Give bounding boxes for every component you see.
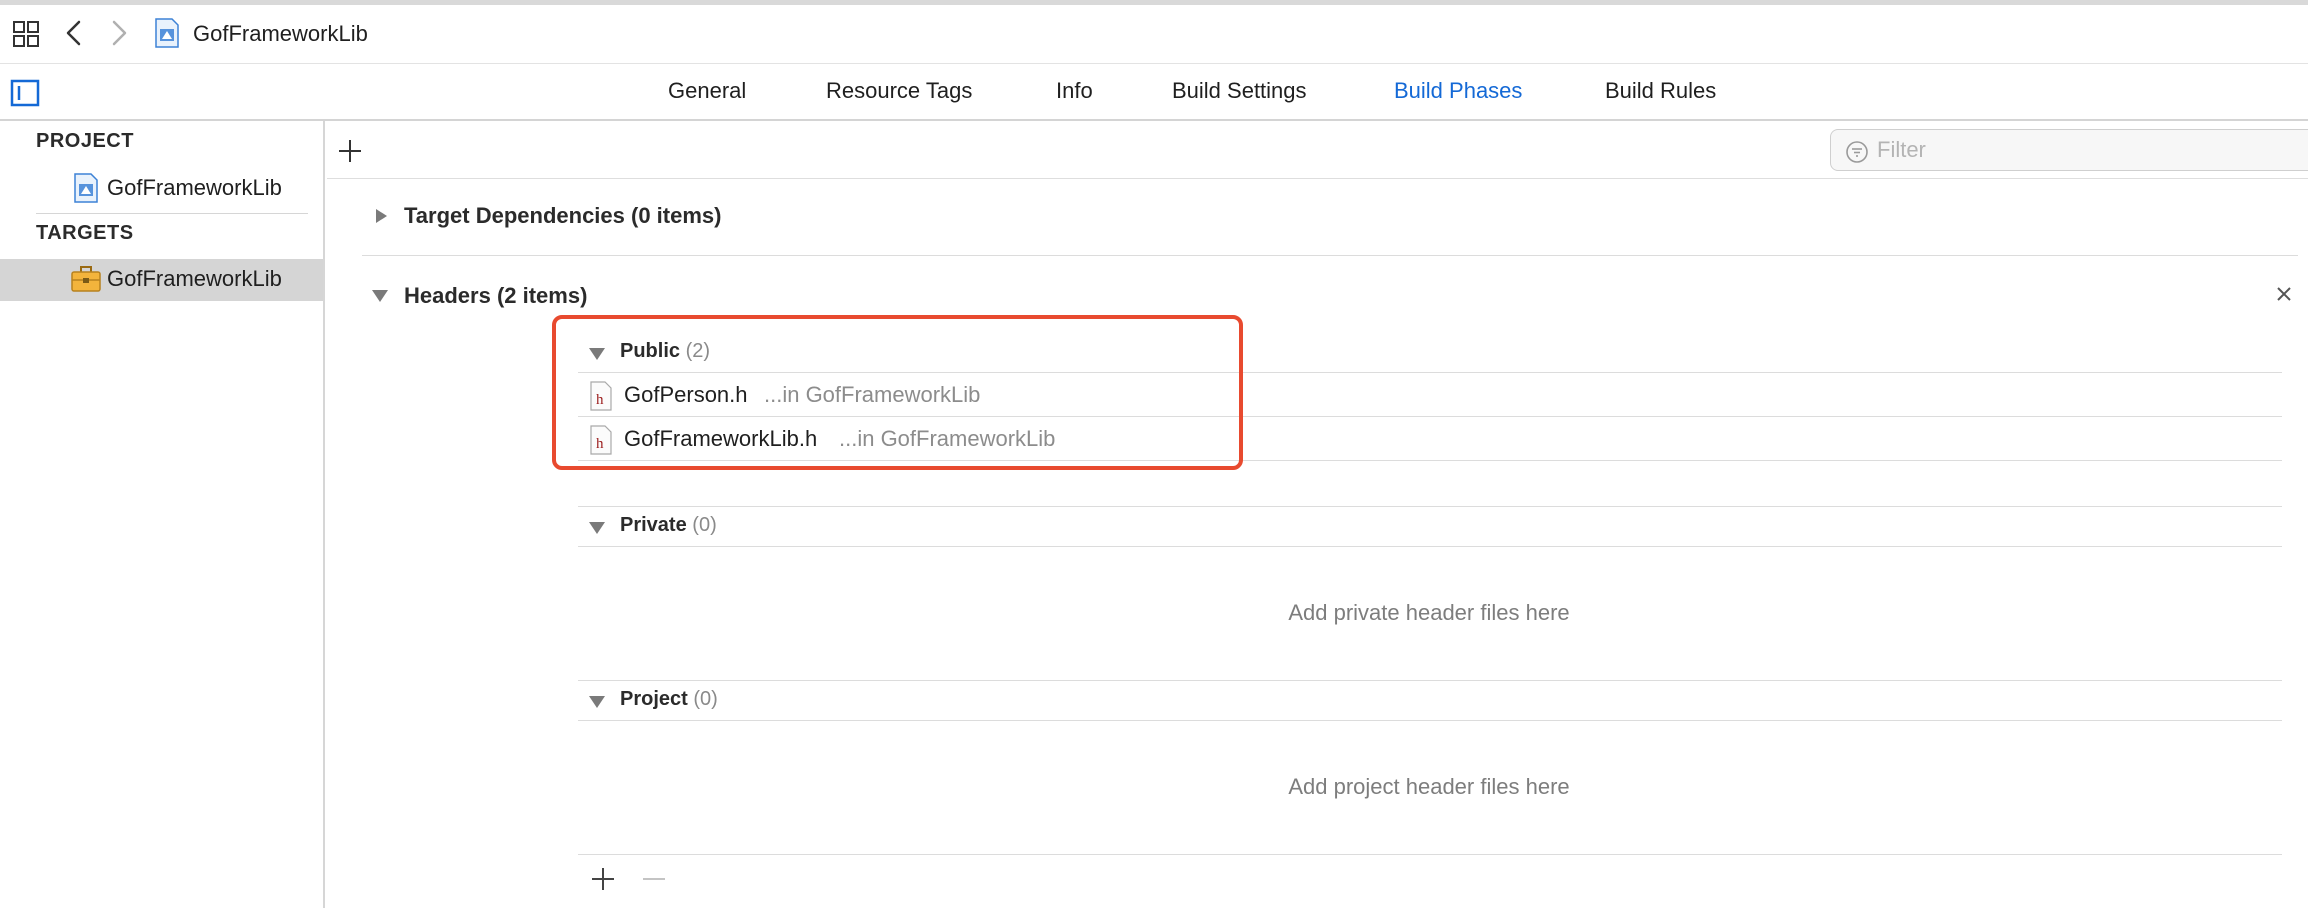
divider bbox=[578, 854, 2282, 855]
phase-target-dependencies[interactable]: Target Dependencies (0 items) bbox=[404, 203, 721, 229]
add-build-phase-icon[interactable] bbox=[337, 138, 363, 164]
group-count: (0) bbox=[693, 688, 718, 710]
tab-info[interactable]: Info bbox=[1056, 76, 1093, 106]
tab-build-phases[interactable]: Build Phases bbox=[1394, 76, 1522, 106]
add-header-icon[interactable] bbox=[590, 866, 616, 892]
tab-resource-tags[interactable]: Resource Tags bbox=[826, 76, 972, 106]
chevron-left-icon[interactable] bbox=[62, 18, 86, 48]
group-project: Project (0) bbox=[620, 688, 718, 711]
sidebar-item-label: GofFrameworkLib bbox=[107, 266, 282, 291]
phase-headers[interactable]: Headers (2 items) bbox=[404, 283, 587, 309]
briefcase-icon bbox=[71, 266, 101, 292]
filter-input[interactable] bbox=[1875, 136, 2295, 164]
disclosure-expanded-icon[interactable] bbox=[588, 519, 606, 537]
sidebar-item-label: GofFrameworkLib bbox=[107, 175, 282, 200]
tab-build-settings[interactable]: Build Settings bbox=[1172, 76, 1307, 106]
divider bbox=[578, 546, 2282, 547]
disclosure-expanded-icon[interactable] bbox=[588, 693, 606, 711]
xcode-project-icon bbox=[74, 173, 98, 203]
filter-icon bbox=[1846, 141, 1868, 163]
remove-header-icon[interactable] bbox=[643, 878, 665, 880]
group-title: Private bbox=[620, 514, 687, 536]
breadcrumb[interactable]: GofFrameworkLib bbox=[193, 20, 368, 48]
group-private: Private (0) bbox=[620, 514, 717, 537]
group-title: Project bbox=[620, 688, 688, 710]
divider bbox=[362, 255, 2298, 256]
sidebar-item-project[interactable]: GofFrameworkLib bbox=[0, 168, 323, 208]
divider bbox=[578, 720, 2282, 721]
sidebar-toggle-icon[interactable] bbox=[10, 78, 40, 108]
divider bbox=[578, 680, 2282, 681]
filter-field[interactable] bbox=[1830, 129, 2308, 171]
targets-header: TARGETS bbox=[36, 222, 134, 244]
close-icon[interactable] bbox=[2273, 283, 2295, 305]
grid-icon[interactable] bbox=[12, 20, 40, 48]
divider bbox=[578, 506, 2282, 507]
disclosure-expanded-icon[interactable] bbox=[371, 287, 389, 305]
xcode-project-icon bbox=[155, 18, 179, 48]
tab-build-rules[interactable]: Build Rules bbox=[1605, 76, 1716, 106]
project-empty-message: Add project header files here bbox=[1288, 774, 1570, 799]
project-header: PROJECT bbox=[36, 130, 134, 152]
tab-bar: General Resource Tags Info Build Setting… bbox=[0, 64, 2308, 121]
project-navigator: PROJECT GofFrameworkLib TARGETS GofFrame… bbox=[0, 121, 325, 908]
chevron-right-icon[interactable] bbox=[107, 18, 131, 48]
annotation-highlight-box bbox=[552, 315, 1243, 470]
disclosure-collapsed-icon[interactable] bbox=[372, 207, 390, 225]
sidebar-item-target[interactable]: GofFrameworkLib bbox=[0, 259, 323, 301]
phases-toolbar bbox=[327, 121, 2308, 179]
private-empty-message: Add private header files here bbox=[1288, 600, 1570, 625]
sidebar-divider bbox=[36, 213, 308, 214]
path-bar: GofFrameworkLib bbox=[0, 5, 2308, 64]
group-count: (0) bbox=[692, 514, 717, 536]
tab-general[interactable]: General bbox=[668, 76, 746, 106]
